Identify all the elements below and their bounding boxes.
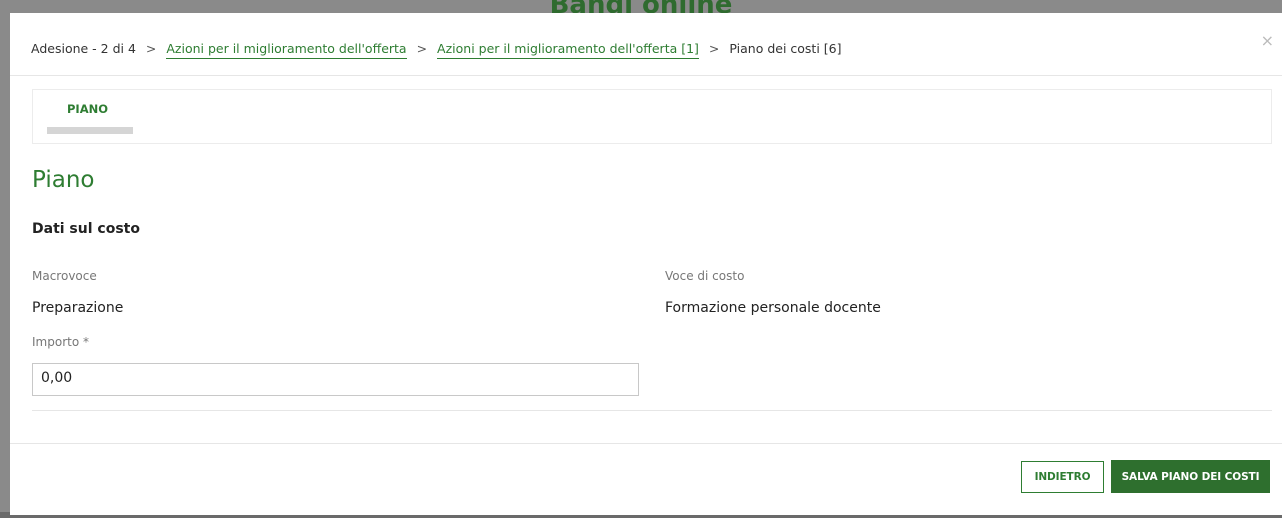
importo-input[interactable]: 0,00 — [32, 363, 639, 396]
macrovoce-label: Macrovoce — [32, 269, 97, 283]
breadcrumb-separator: > — [708, 41, 720, 56]
modal-dialog: Adesione - 2 di 4 > Azioni per il miglio… — [10, 13, 1282, 515]
close-icon[interactable]: × — [1261, 31, 1274, 50]
breadcrumb-separator: > — [416, 41, 428, 56]
breadcrumb-link-azioni[interactable]: Azioni per il miglioramento dell'offerta — [166, 41, 407, 59]
tab-piano-label: PIANO — [67, 102, 109, 116]
modal-footer: INDIETRO SALVA PIANO DEI COSTI — [10, 443, 1282, 516]
tab-piano[interactable]: PIANO — [47, 90, 133, 145]
tab-active-indicator — [47, 127, 133, 134]
back-button[interactable]: INDIETRO — [1021, 461, 1104, 493]
breadcrumb-separator: > — [145, 41, 157, 56]
subsection-title: Dati sul costo — [32, 221, 140, 237]
tab-bar: PIANO — [32, 89, 1272, 144]
divider — [32, 410, 1272, 411]
breadcrumb-link-azioni-1[interactable]: Azioni per il miglioramento dell'offerta… — [437, 41, 699, 59]
section-title: Piano — [32, 167, 95, 193]
modal-header: Adesione - 2 di 4 > Azioni per il miglio… — [10, 13, 1282, 76]
breadcrumb-current: Piano dei costi [6] — [729, 41, 842, 56]
voce-di-costo-value: Formazione personale docente — [665, 300, 881, 316]
importo-label: Importo * — [32, 335, 89, 349]
macrovoce-value: Preparazione — [32, 300, 124, 316]
voce-di-costo-label: Voce di costo — [665, 269, 745, 283]
breadcrumb-step: Adesione - 2 di 4 — [31, 41, 136, 56]
breadcrumb: Adesione - 2 di 4 > Azioni per il miglio… — [31, 41, 842, 59]
save-button[interactable]: SALVA PIANO DEI COSTI — [1111, 460, 1270, 493]
